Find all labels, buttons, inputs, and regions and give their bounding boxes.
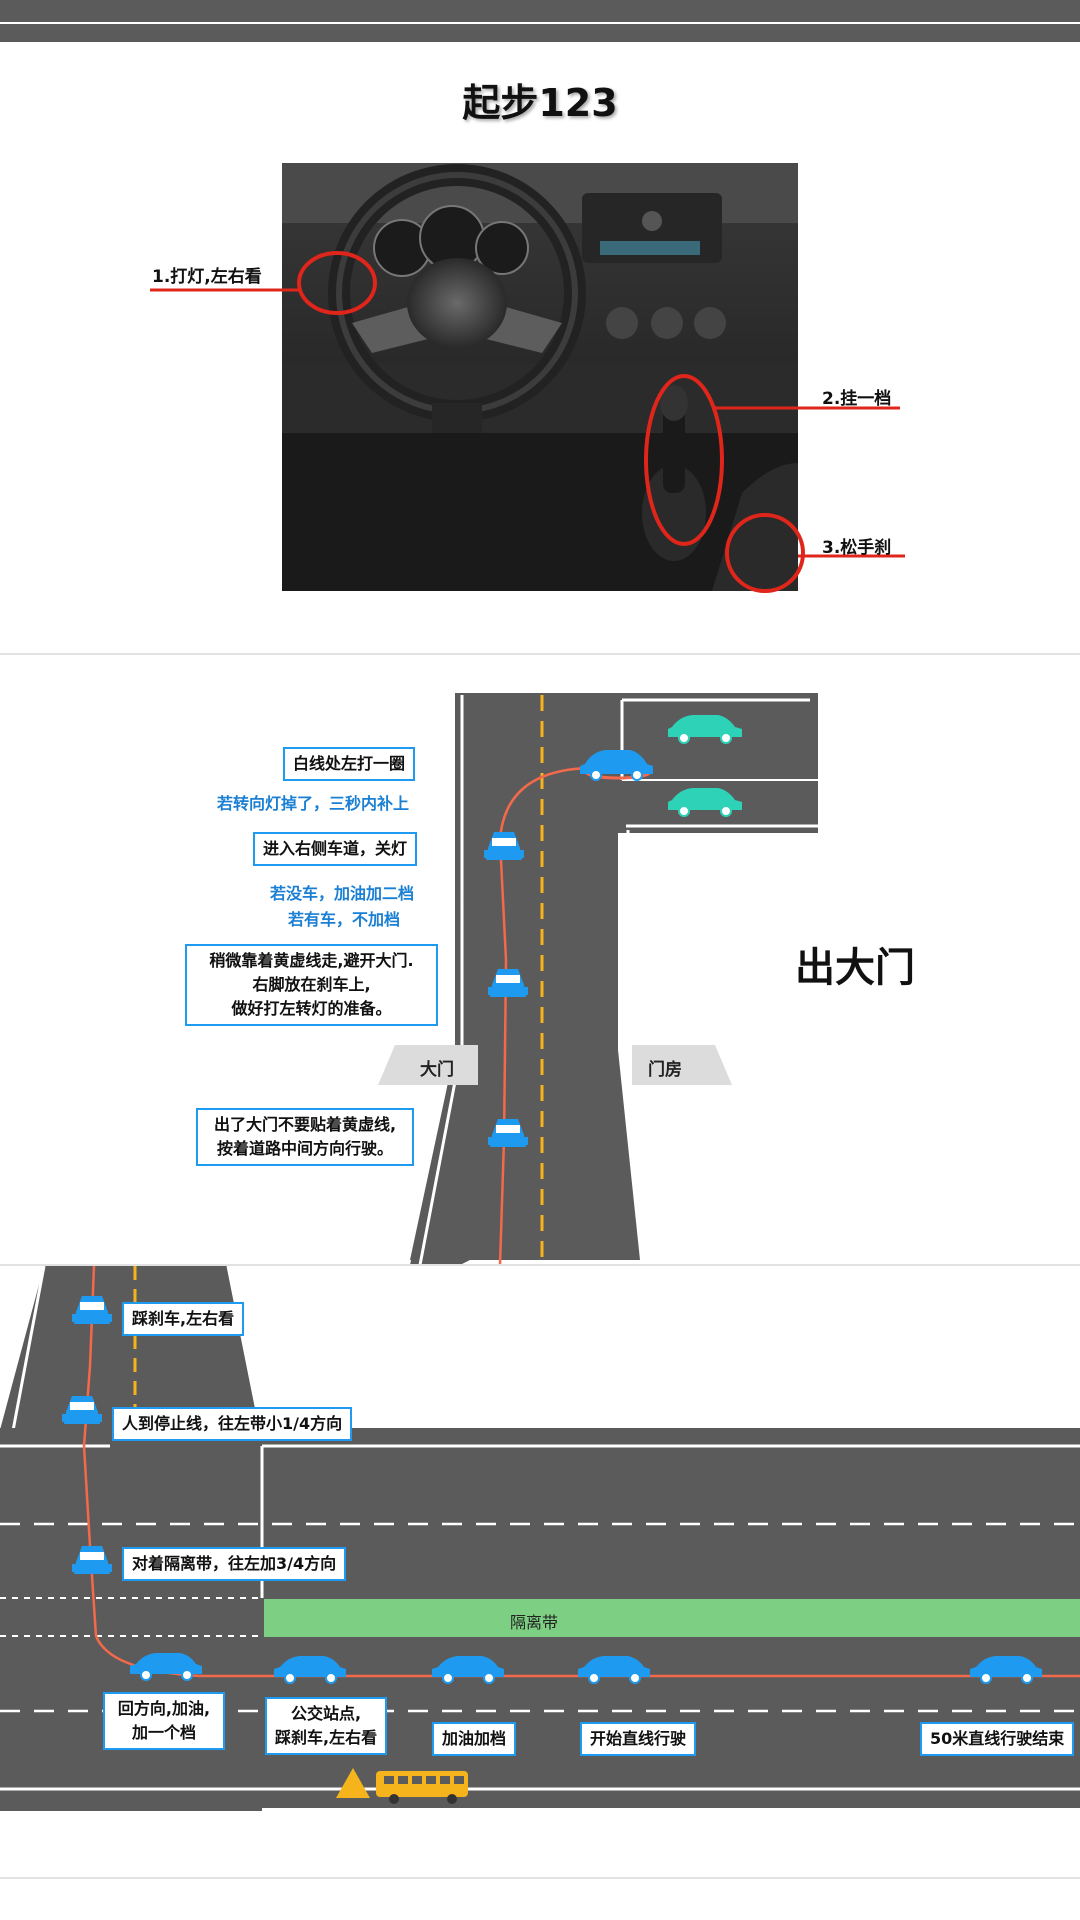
keep-yellow-line-box: 稍微靠着黄虚线走,避开大门. 右脚放在刹车上, 做好打左转灯的准备。 [185,944,438,1026]
box-line: 公交站点, [290,1704,362,1723]
box-line: 做好打左转灯的准备。 [231,999,392,1018]
exit-gate-diagram [378,693,818,1265]
end-box: 50米直线行驶结束 [920,1722,1075,1756]
straight-box: 开始直线行驶 [580,1722,697,1756]
median-label: 隔离带 [510,1613,559,1632]
bus-stop-box: 公交站点, 踩刹车,左右看 [265,1697,387,1755]
box-line: 踩刹车,左右看 [275,1728,378,1747]
no-car-note: 若没车，加油加二档 [270,884,415,903]
exit-gate-heading: 出大门 [795,945,915,991]
brake-look-box: 踩刹车,左右看 [122,1302,245,1336]
step-1-label: 1.打灯,左右看 [152,267,262,287]
circle-left-box: 白线处左打一圈 [283,747,416,781]
box-line: 右脚放在刹车上, [252,975,371,994]
median-box: 对着隔离带，往左加3/4方向 [122,1547,347,1581]
guardhouse-label: 门房 [648,1060,682,1080]
stop-line-box: 人到停止线，往左带小1/4方向 [112,1407,353,1441]
step-3-label: 3.松手刹 [822,538,892,558]
gate-label: 大门 [420,1060,454,1080]
signal-note: 若转向灯掉了，三秒内补上 [217,794,410,813]
shift-up-box: 加油加档 [432,1722,517,1756]
callout-overlay [150,251,905,593]
step-2-label: 2.挂一档 [822,389,892,409]
section-divider [0,1877,1080,1879]
box-line: 回方向,加油, [117,1699,211,1718]
return-wheel-box: 回方向,加油, 加一个档 [103,1692,225,1750]
box-line: 按着道路中间方向行驶。 [216,1139,393,1158]
box-line: 加一个档 [131,1723,196,1742]
right-lane-box: 进入右侧车道，关灯 [253,832,418,866]
box-line: 出了大门不要贴着黄虚线, [213,1115,397,1134]
section-divider [0,653,1080,655]
after-gate-box: 出了大门不要贴着黄虚线, 按着道路中间方向行驶。 [196,1108,414,1166]
has-car-note: 若有车，不加档 [288,910,401,929]
box-line: 稍微靠着黄虚线走,避开大门. [209,951,414,970]
